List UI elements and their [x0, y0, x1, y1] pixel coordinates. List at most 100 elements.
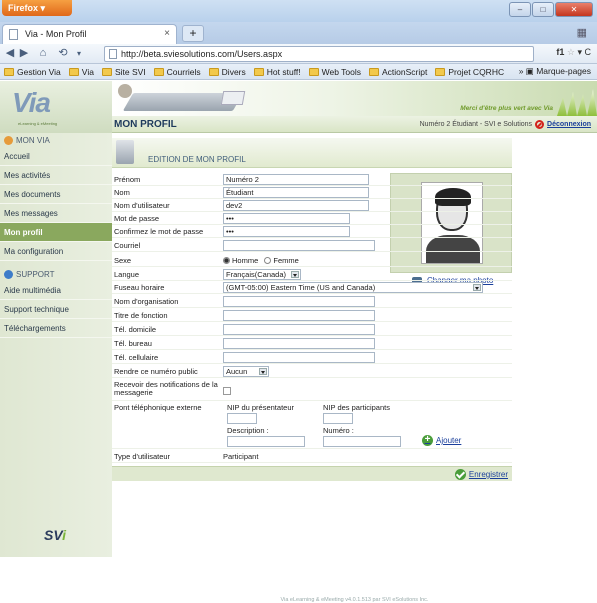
tel-bureau-input[interactable] — [223, 338, 375, 349]
sidebar-item-accueil[interactable]: Accueil — [0, 147, 112, 166]
banner-person-image — [118, 84, 132, 98]
bookmark-web-tools[interactable]: Web Tools — [308, 67, 361, 77]
history-icon[interactable]: ⟲ — [56, 46, 70, 62]
row-sexe: Sexe Homme Femme — [112, 254, 512, 267]
maximize-icon[interactable]: □ — [532, 2, 554, 17]
nom-input[interactable]: Étudiant — [223, 187, 369, 198]
page-title: MON PROFIL — [114, 119, 177, 130]
bookmark-via[interactable]: Via — [68, 67, 94, 77]
username-label: Nom d'utilisateur — [114, 201, 170, 210]
url-text: http://beta.sviesolutions.com/Users.aspx — [121, 49, 283, 59]
sidebar-item-ma-configuration[interactable]: Ma configuration — [0, 242, 112, 261]
history-dropdown-icon[interactable]: ▾ — [74, 46, 84, 62]
bookmarks-toolbar: Gestion Via Via Site SVI Courriels Diver… — [0, 64, 597, 80]
add-bridge-link[interactable]: + Ajouter — [422, 435, 461, 446]
bookmarks-menu[interactable]: » ▣ Marque-pages — [519, 66, 591, 77]
description-label: Description : — [227, 426, 269, 435]
sidebar-item-mon-profil[interactable]: Mon profil — [0, 223, 112, 242]
description-input[interactable] — [227, 436, 305, 447]
logout-icon[interactable] — [535, 120, 545, 129]
row-confirm-password: Confirmez le mot de passe ••• — [112, 225, 512, 238]
tab-via-mon-profil[interactable]: Via - Mon Profil × — [2, 24, 177, 44]
tel-domicile-input[interactable] — [223, 324, 375, 335]
sidebar-item-mes-activites[interactable]: Mes activités — [0, 166, 112, 185]
forward-icon[interactable]: ▶ — [18, 46, 30, 62]
bookmark-projet-cqrhc[interactable]: Projet CQRHC — [435, 67, 504, 77]
langue-label: Langue — [114, 270, 140, 279]
row-organisation: Nom d'organisation — [112, 295, 512, 308]
svi-logo[interactable]: SVi — [44, 527, 66, 543]
sidebar-item-support-technique[interactable]: Support technique — [0, 300, 112, 319]
bookmark-actionscript[interactable]: ActionScript — [369, 67, 427, 77]
folder-icon — [101, 67, 112, 76]
numero-input[interactable] — [323, 436, 401, 447]
bookmark-divers[interactable]: Divers — [208, 67, 246, 77]
sidebar-item-aide-multimedia[interactable]: Aide multimédia — [0, 281, 112, 300]
tel-domicile-label: Tél. domicile — [114, 325, 157, 334]
bookmark-site-svi[interactable]: Site SVI — [101, 67, 146, 77]
sidebar-item-telechargements[interactable]: Téléchargements — [0, 319, 112, 338]
sidebar-item-mes-documents[interactable]: Mes documents — [0, 185, 112, 204]
titre-label: Titre de fonction — [114, 311, 168, 320]
via-logo-area: Via eLearning & eMeeting — [0, 81, 112, 133]
numero-public-select[interactable]: Aucun — [223, 366, 269, 377]
organisation-input[interactable] — [223, 296, 375, 307]
user-info-area: Numéro 2 Étudiant - SVI e Solutions Déco… — [420, 120, 591, 129]
firefox-menu-button[interactable]: Firefox ▾ — [2, 0, 72, 16]
row-pont-telephonique: Pont téléphonique externe NIP du présent… — [112, 401, 512, 449]
address-bar[interactable]: http://beta.sviesolutions.com/Users.aspx — [104, 46, 534, 62]
prenom-input[interactable]: Numéro 2 — [223, 174, 369, 185]
tel-cellulaire-label: Tél. cellulaire — [114, 353, 159, 362]
tel-bureau-label: Tél. bureau — [114, 339, 152, 348]
logout-link[interactable]: Déconnexion — [547, 121, 591, 128]
femme-label: Femme — [273, 256, 299, 265]
via-logo-subtitle: eLearning & eMeeting — [18, 121, 58, 126]
confirm-password-input[interactable]: ••• — [223, 226, 350, 237]
fuseau-select[interactable]: (GMT-05:00) Eastern Time (US and Canada) — [223, 282, 483, 293]
row-tel-bureau: Tél. bureau — [112, 337, 512, 350]
close-tab-icon[interactable]: × — [164, 28, 170, 39]
save-bar: Enregistrer — [112, 466, 512, 481]
web-page: Via eLearning & eMeeting Merci d'être pl… — [0, 81, 597, 603]
folder-icon — [153, 67, 164, 76]
reload-icon[interactable]: C — [585, 47, 592, 57]
nip-participants-label: NIP des participants — [323, 403, 390, 412]
dropdown-icon[interactable]: ▾ — [577, 47, 582, 57]
close-window-icon[interactable]: ✕ — [555, 2, 593, 17]
courriel-label: Courriel — [114, 241, 141, 250]
nom-label: Nom — [114, 188, 130, 197]
new-tab-button[interactable]: + — [182, 25, 204, 42]
page-icon — [9, 29, 18, 40]
save-link[interactable]: Enregistrer — [454, 469, 508, 480]
tab-list-icon[interactable]: ▦ — [577, 26, 587, 39]
back-icon[interactable]: ◀ — [4, 46, 16, 62]
username-input[interactable]: dev2 — [223, 200, 369, 211]
bookmark-courriels[interactable]: Courriels — [153, 67, 201, 77]
sidebar-item-mes-messages[interactable]: Mes messages — [0, 204, 112, 223]
notifications-checkbox[interactable] — [223, 387, 231, 395]
langue-select[interactable]: Français(Canada) — [223, 269, 301, 280]
tab-strip: Via - Mon Profil × + ▦ — [0, 22, 597, 44]
bookmark-hot-stuff[interactable]: Hot stuff! — [253, 67, 301, 77]
via-logo[interactable]: Via — [12, 87, 51, 119]
star-icon[interactable]: ☆ — [567, 47, 575, 57]
prenom-label: Prénom — [114, 175, 141, 184]
row-fuseau: Fuseau horaire (GMT-05:00) Eastern Time … — [112, 281, 512, 294]
homme-radio[interactable] — [223, 257, 230, 264]
tel-cellulaire-input[interactable] — [223, 352, 375, 363]
folder-icon — [68, 67, 79, 76]
password-input[interactable]: ••• — [223, 213, 350, 224]
bookmark-gestion-via[interactable]: Gestion Via — [4, 67, 61, 77]
sexe-label: Sexe — [114, 256, 132, 265]
type-utilisateur-value: Participant — [223, 452, 259, 461]
profile-edit-icon — [116, 140, 134, 164]
row-tel-domicile: Tél. domicile — [112, 323, 512, 336]
home-icon[interactable]: ⌂ — [36, 46, 50, 62]
femme-radio[interactable] — [264, 257, 272, 264]
minimize-icon[interactable]: – — [509, 2, 531, 17]
nip-participants-input[interactable] — [323, 413, 353, 424]
titre-input[interactable] — [223, 310, 375, 321]
courriel-input[interactable] — [223, 240, 375, 251]
row-password: Mot de passe ••• — [112, 212, 512, 225]
nip-presentateur-input[interactable] — [227, 413, 257, 424]
